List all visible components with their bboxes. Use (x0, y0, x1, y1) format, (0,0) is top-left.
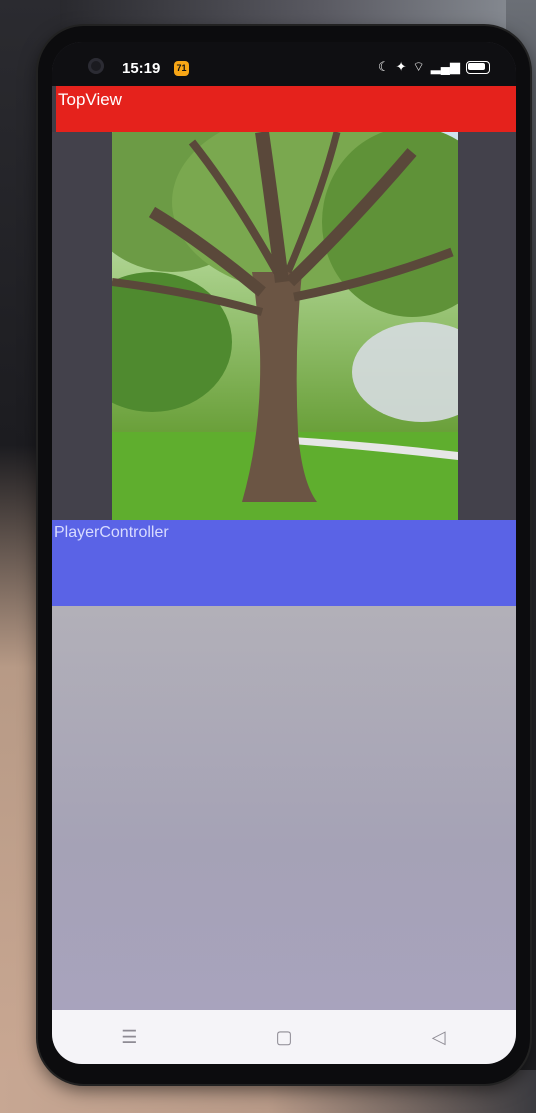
notification-badge: 71 (174, 61, 189, 76)
status-time: 15:19 (122, 60, 161, 77)
status-icons: ☾ ✦ ⌔ ▂▄▆ (378, 58, 490, 76)
nfc-icon: ✦ (395, 59, 407, 74)
navigation-bar: ☰ ▢ ◁ (52, 1010, 516, 1064)
home-square-icon[interactable]: ▢ (254, 1027, 314, 1048)
top-view-bar[interactable]: TopView (56, 86, 516, 132)
wifi-icon: ⌔ (412, 59, 425, 74)
top-view-label: TopView (58, 90, 122, 109)
moon-icon: ☾ (377, 59, 390, 74)
menu-icon[interactable]: ☰ (99, 1027, 159, 1048)
back-triangle-icon[interactable]: ◁ (409, 1027, 469, 1048)
video-frame-tree-photo[interactable] (112, 132, 458, 520)
phone-frame: 15:19 71 ☾ ✦ ⌔ ▂▄▆ TopView PlayerControl… (38, 26, 530, 1084)
player-controller-label: PlayerController (54, 524, 169, 541)
phone-screen: 15:19 71 ☾ ✦ ⌔ ▂▄▆ TopView PlayerControl… (52, 42, 516, 1064)
battery-icon (466, 60, 490, 74)
signal-icon: ▂▄▆ (430, 59, 460, 74)
lower-content-area (52, 606, 516, 1010)
status-bar: 15:19 71 ☾ ✦ ⌔ ▂▄▆ (52, 42, 516, 86)
front-camera-icon (88, 58, 104, 74)
player-controller-bar[interactable]: PlayerController (52, 520, 516, 606)
tree-illustration (112, 132, 458, 520)
